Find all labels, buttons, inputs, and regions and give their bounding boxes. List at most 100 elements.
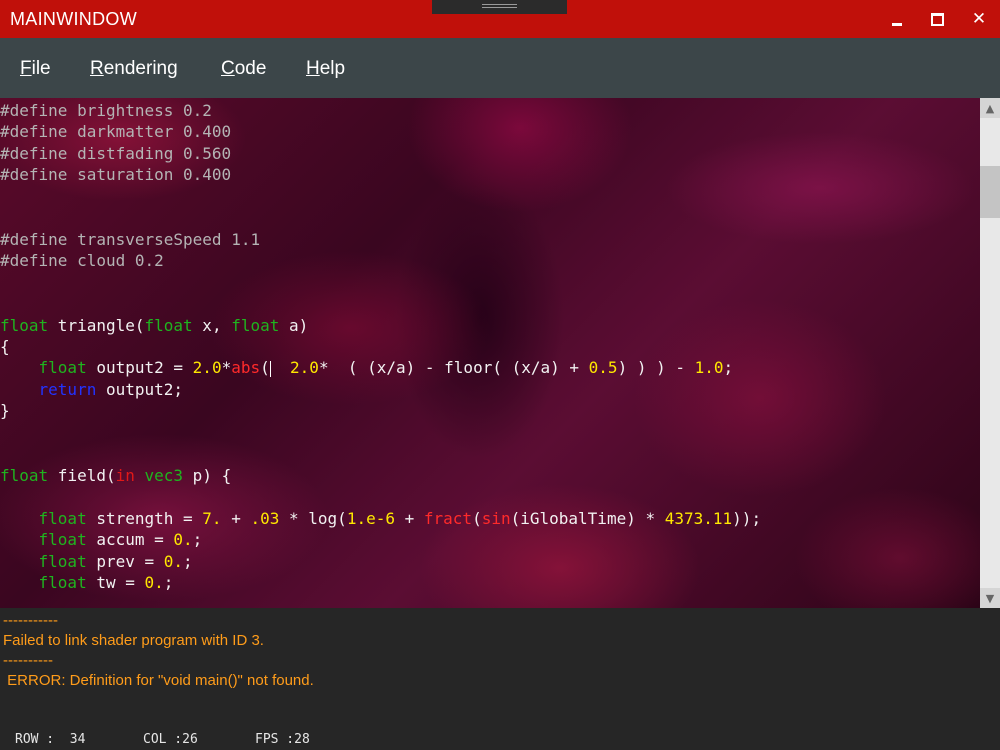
scroll-up-button[interactable]: ▲ xyxy=(980,98,1000,118)
code-token: #define transverseSpeed 1.1 xyxy=(0,230,261,249)
code-line[interactable]: float strength = 7. + .03 * log(1.e-6 + … xyxy=(0,508,762,529)
code-token: vec3 xyxy=(144,466,184,485)
code-token: x, xyxy=(192,316,232,335)
close-icon: ✕ xyxy=(971,9,987,29)
maximize-button[interactable] xyxy=(924,6,950,32)
code-line[interactable]: float tw = 0.; xyxy=(0,572,174,593)
code-token: 1.e-6 xyxy=(346,509,395,528)
code-token: float xyxy=(38,358,87,377)
code-token: float xyxy=(38,573,87,592)
code-token: ; xyxy=(183,552,193,571)
menu-code[interactable]: Code xyxy=(221,58,266,80)
code-token: 0. xyxy=(144,573,164,592)
code-line[interactable]: #define brightness 0.2 xyxy=(0,100,212,121)
code-line[interactable]: float output2 = 2.0*abs( 2.0* ( (x/a) - … xyxy=(0,357,734,378)
code-token: 1.0 xyxy=(694,358,724,377)
menu-file-mnemonic: F xyxy=(20,58,32,79)
main-window: MAINWINDOW ✕ File Rendering Code Help #d… xyxy=(0,0,1000,750)
code-token: ( xyxy=(260,358,270,377)
window-title: MAINWINDOW xyxy=(10,9,137,29)
code-token: float xyxy=(38,552,87,571)
code-token: field( xyxy=(48,466,116,485)
code-line[interactable]: float field(in vec3 p) { xyxy=(0,465,231,486)
code-line[interactable]: #define darkmatter 0.400 xyxy=(0,121,231,142)
code-token: 0. xyxy=(163,552,184,571)
code-token: )); xyxy=(732,509,762,528)
code-token: ; xyxy=(163,573,174,592)
code-token: in xyxy=(115,466,135,485)
status-col: COL :26 xyxy=(143,732,198,747)
code-line[interactable]: { xyxy=(0,336,10,357)
code-token: 7. xyxy=(202,509,222,528)
scroll-down-button[interactable]: ▼ xyxy=(980,588,1000,608)
code-token: 0. xyxy=(173,530,193,549)
minimize-icon xyxy=(892,22,902,26)
code-token: p) { xyxy=(183,466,232,485)
code-token: #define cloud 0.2 xyxy=(0,251,164,270)
code-token: * xyxy=(221,358,232,377)
drag-grip[interactable] xyxy=(432,0,567,14)
code-line[interactable]: float accum = 0.; xyxy=(0,529,203,550)
code-token: (iGlobalTime) * xyxy=(510,509,665,528)
menu-file-rest: ile xyxy=(31,58,51,79)
code-token: strength = xyxy=(86,509,203,528)
code-token: * ( (x/a) - floor( (x/a) + xyxy=(318,358,589,377)
code-token: float xyxy=(231,316,280,335)
code-token: #define darkmatter 0.400 xyxy=(0,122,232,141)
log-message: Failed to link shader program with ID 3. xyxy=(3,632,264,649)
code-token: output2; xyxy=(96,380,184,399)
code-token: * log( xyxy=(279,509,347,528)
menu-bar: File Rendering Code Help xyxy=(0,38,1000,98)
code-line[interactable]: #define saturation 0.400 xyxy=(0,164,231,185)
code-token: } xyxy=(0,401,10,420)
code-token: #define brightness 0.2 xyxy=(0,101,212,120)
scroll-thumb[interactable] xyxy=(980,166,1000,218)
close-button[interactable]: ✕ xyxy=(966,6,992,32)
code-token: float xyxy=(38,530,87,549)
code-token: #define saturation 0.400 xyxy=(0,165,232,184)
maximize-icon xyxy=(930,12,944,26)
code-token: return xyxy=(38,380,97,399)
code-token: + xyxy=(221,509,251,528)
output-log: ----------- Failed to link shader progra… xyxy=(0,608,1000,750)
code-line[interactable]: float triangle(float x, float a) xyxy=(0,315,308,336)
code-token: { xyxy=(0,337,10,356)
code-line[interactable]: } xyxy=(0,400,10,421)
code-token: #define distfading 0.560 xyxy=(0,144,232,163)
code-token: sin xyxy=(481,509,511,528)
code-token: float xyxy=(0,466,49,485)
menu-file[interactable]: File xyxy=(20,58,51,80)
grip-line xyxy=(482,4,517,5)
code-token: ; xyxy=(192,530,203,549)
title-bar[interactable]: MAINWINDOW ✕ xyxy=(0,0,1000,38)
code-token: 0.5 xyxy=(588,358,618,377)
code-line[interactable]: #define transverseSpeed 1.1 xyxy=(0,229,260,250)
code-token: float xyxy=(144,316,193,335)
vertical-scrollbar[interactable]: ▲ ▼ xyxy=(980,98,1000,608)
status-row: ROW : 34 xyxy=(15,732,86,747)
menu-help-rest: elp xyxy=(319,58,346,79)
menu-help[interactable]: Help xyxy=(306,58,345,80)
code-token: ) ) ) - xyxy=(617,358,695,377)
code-line[interactable]: #define distfading 0.560 xyxy=(0,143,231,164)
minimize-button[interactable] xyxy=(884,6,910,32)
code-token: abs xyxy=(231,358,261,377)
code-token: .03 xyxy=(250,509,280,528)
menu-rendering-mnemonic: R xyxy=(90,58,104,79)
code-line[interactable]: float prev = 0.; xyxy=(0,551,193,572)
scroll-up-arrow-icon: ▲ xyxy=(985,101,995,115)
menu-code-rest: ode xyxy=(234,58,267,79)
code-token: float xyxy=(38,509,87,528)
code-line[interactable]: return output2; xyxy=(0,379,184,400)
code-token: prev = xyxy=(86,552,164,571)
menu-rendering[interactable]: Rendering xyxy=(90,58,178,80)
code-line[interactable]: #define cloud 0.2 xyxy=(0,250,164,271)
code-token: ( xyxy=(472,509,482,528)
code-editor[interactable]: #define brightness 0.2 #define darkmatter… xyxy=(0,98,980,608)
code-token: float xyxy=(0,316,49,335)
